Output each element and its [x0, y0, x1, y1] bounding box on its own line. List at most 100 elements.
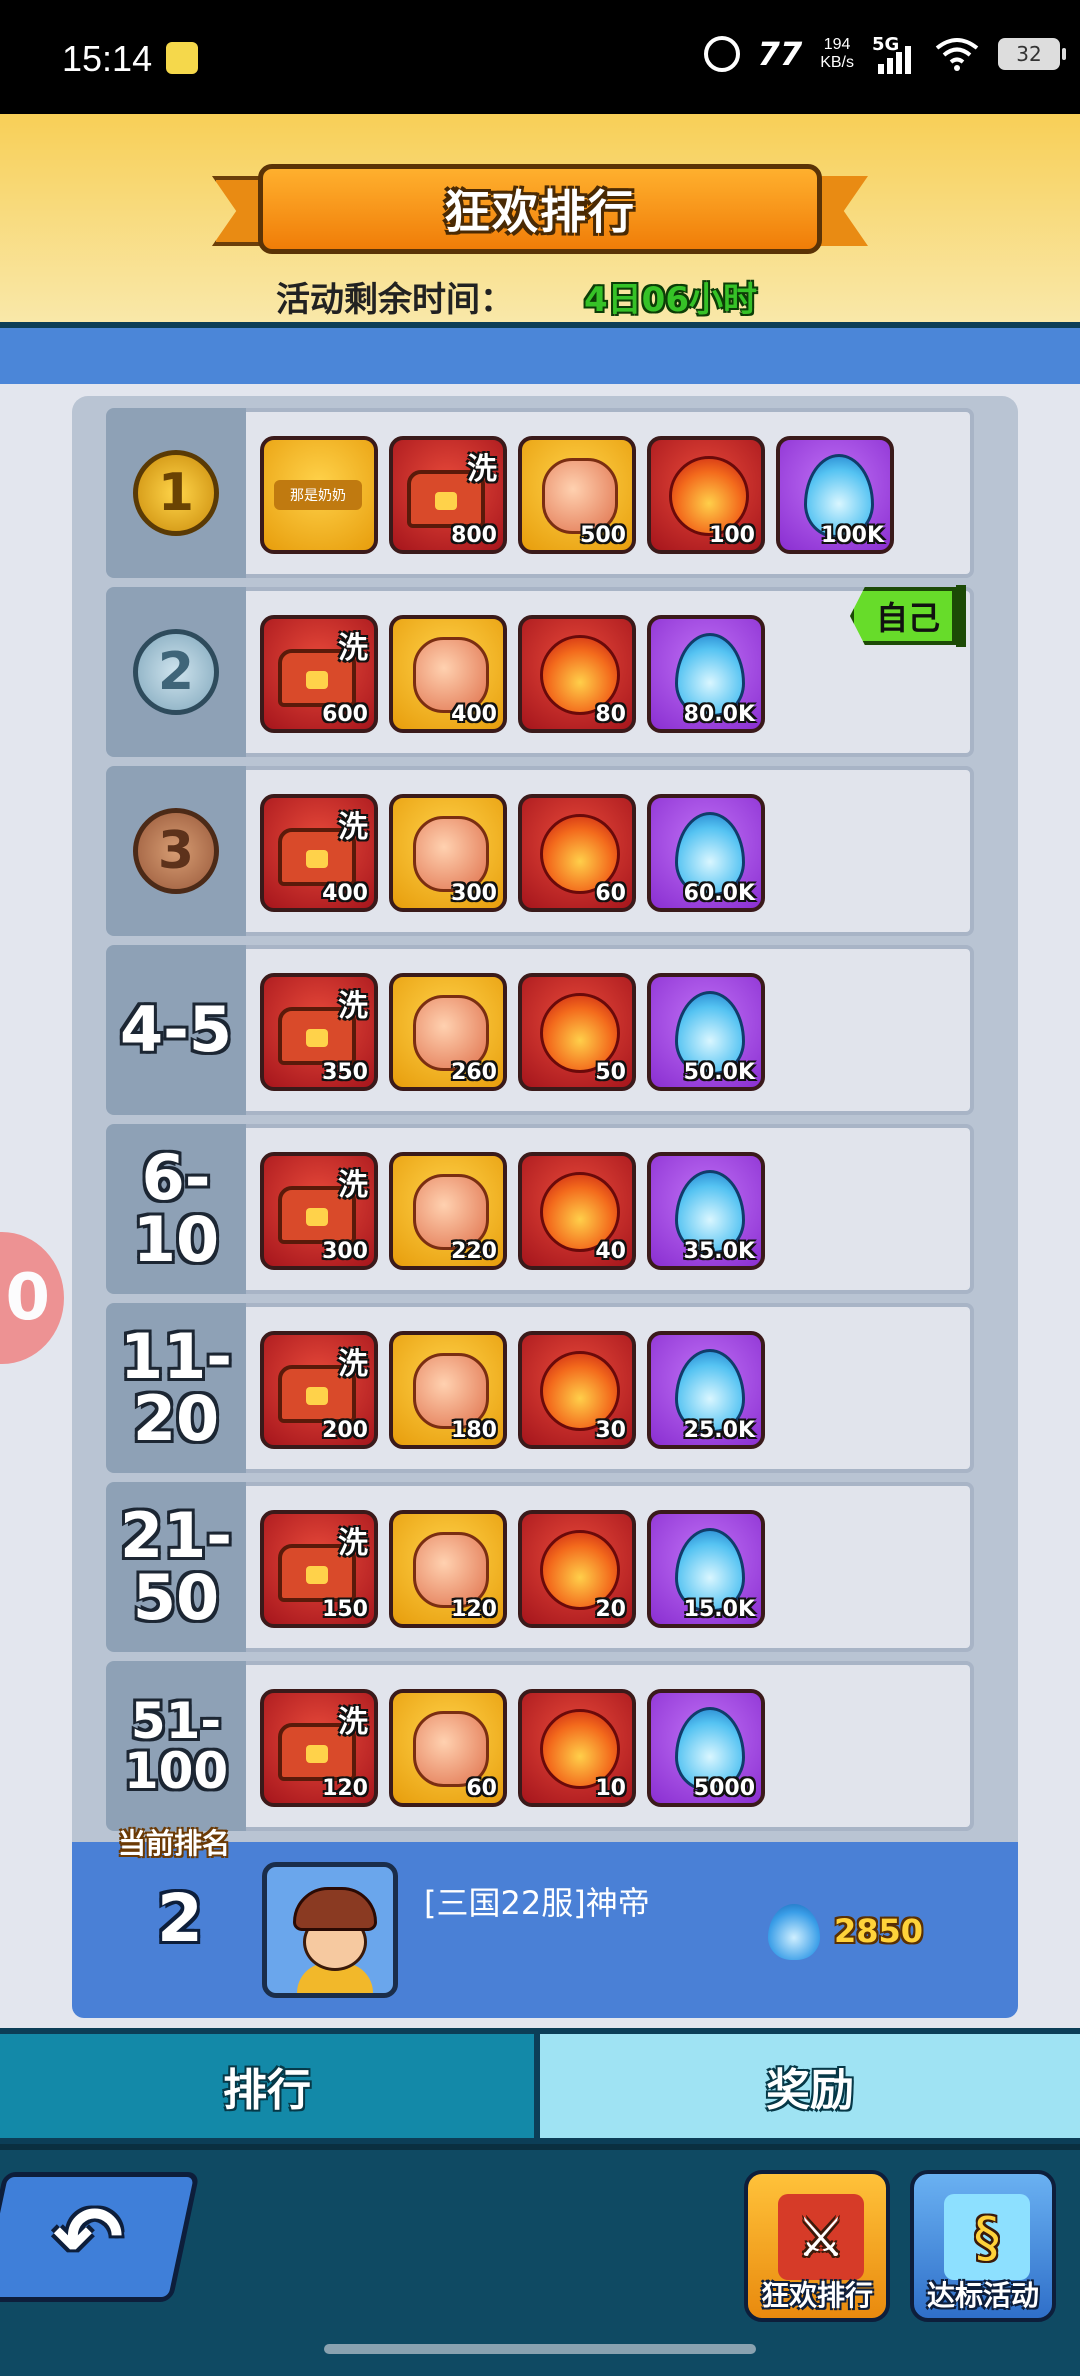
reward-item-fireball[interactable]: 100 [647, 436, 765, 554]
self-tag: 自己 [850, 587, 956, 645]
rank-cell: 3 [106, 766, 246, 936]
reward-item-frame[interactable]: 那是奶奶 [260, 436, 378, 554]
reward-items: 洗 150 120 20 15.0K [260, 1510, 765, 1628]
reward-item-bluefire[interactable]: 5000 [647, 1689, 765, 1807]
timer-value: 4日06小时 [584, 280, 757, 320]
reward-mark: 洗 [338, 1168, 368, 1203]
reward-item-fireball[interactable]: 40 [518, 1152, 636, 1270]
reward-item-bluefire[interactable]: 35.0K [647, 1152, 765, 1270]
reward-quantity: 260 [451, 1060, 497, 1085]
reward-quantity: 600 [322, 702, 368, 727]
rank-range: 11-20 [119, 1320, 232, 1455]
rank-cell: 51-100 [106, 1661, 246, 1831]
reward-mark: 洗 [338, 631, 368, 666]
scroll-icon: § [944, 2194, 1030, 2280]
player-name: [三国22服]神帝 [424, 1884, 650, 1922]
reward-item-stone[interactable]: 220 [389, 1152, 507, 1270]
home-indicator[interactable] [324, 2344, 756, 2354]
reward-items: 洗 300 220 40 35.0K [260, 1152, 765, 1270]
rank-cell: 4-5 [106, 945, 246, 1115]
reward-item-stone[interactable]: 180 [389, 1331, 507, 1449]
signal-icon: 5G [872, 34, 916, 74]
ranking-list[interactable]: 1 那是奶奶洗 800 500 100 100K 2 洗 600 400 80 80.0K 自己 3 洗 40… [106, 408, 974, 1842]
rank-row: 3 洗 400 300 60 60.0K [106, 766, 974, 936]
reward-item-stone[interactable]: 500 [518, 436, 636, 554]
target-event-button[interactable]: § 达标活动 [910, 2170, 1056, 2322]
current-rank-label: 当前排名 [118, 1827, 231, 1860]
reward-item-fireball[interactable]: 10 [518, 1689, 636, 1807]
reward-item-bluefire[interactable]: 50.0K [647, 973, 765, 1091]
reward-item-bluefire[interactable]: 80.0K [647, 615, 765, 733]
carnival-ranking-button[interactable]: ⚔ 狂欢排行 [744, 2170, 890, 2322]
rank-cell: 1 [106, 408, 246, 578]
reward-item-bluefire[interactable]: 60.0K [647, 794, 765, 912]
tab-bar: 排行 奖励 [0, 2028, 1080, 2144]
reward-quantity: 80.0K [683, 702, 755, 727]
current-rank-value: 2 [157, 1880, 203, 1957]
reward-cell: 洗 350 260 50 50.0K [246, 945, 974, 1115]
reward-item-fireball[interactable]: 50 [518, 973, 636, 1091]
reward-item-bluefire[interactable]: 100K [776, 436, 894, 554]
reward-item-chest[interactable]: 洗 150 [260, 1510, 378, 1628]
reward-quantity: 300 [322, 1239, 368, 1264]
reward-item-stone[interactable]: 300 [389, 794, 507, 912]
reward-item-chest[interactable]: 洗 300 [260, 1152, 378, 1270]
reward-item-fireball[interactable]: 80 [518, 615, 636, 733]
network-speed-unit: KB/s [820, 54, 854, 71]
rank-row: 6-10 洗 300 220 40 35.0K [106, 1124, 974, 1294]
reward-quantity: 300 [451, 881, 497, 906]
reward-item-stone[interactable]: 400 [389, 615, 507, 733]
status-icons: 77 194 KB/s 5G 32 [703, 34, 1066, 74]
reward-mark: 洗 [338, 1526, 368, 1561]
event-header: 狂欢排行 活动剩余时间： 4日06小时 [0, 114, 1080, 322]
rank-cell: 21-50 [106, 1482, 246, 1652]
reward-quantity: 60 [595, 881, 626, 906]
reward-item-chest[interactable]: 洗 120 [260, 1689, 378, 1807]
timer-label: 活动剩余时间： [276, 280, 514, 320]
reward-item-fireball[interactable]: 20 [518, 1510, 636, 1628]
reward-item-stone[interactable]: 120 [389, 1510, 507, 1628]
reward-quantity: 200 [322, 1418, 368, 1443]
silver-medal-icon: 2 [133, 629, 219, 715]
reward-item-bluefire[interactable]: 25.0K [647, 1331, 765, 1449]
reward-mark: 洗 [338, 1347, 368, 1382]
reward-quantity: 100K [821, 523, 884, 548]
rank-cell: 6-10 [106, 1124, 246, 1294]
reward-mark: 洗 [467, 452, 497, 487]
reward-cell: 那是奶奶 洗 800 500 100 100K [246, 408, 974, 578]
reward-cell: 洗 300 220 40 35.0K [246, 1124, 974, 1294]
tab-rewards[interactable]: 奖励 [540, 2034, 1080, 2138]
reward-item-chest[interactable]: 洗 350 [260, 973, 378, 1091]
reward-quantity: 500 [580, 523, 626, 548]
reward-cell: 洗 120 60 10 5000 [246, 1661, 974, 1831]
reward-item-stone[interactable]: 60 [389, 1689, 507, 1807]
wifi-icon [935, 38, 979, 71]
battery-icon: 32 [998, 38, 1066, 70]
reward-quantity: 350 [322, 1060, 368, 1085]
reward-quantity: 50.0K [683, 1060, 755, 1085]
network-speed-value: 194 [823, 36, 851, 53]
player-avatar[interactable] [262, 1862, 398, 1998]
reward-item-chest[interactable]: 洗 600 [260, 615, 378, 733]
tab-ranking[interactable]: 排行 [0, 2034, 534, 2138]
rank-row: 1 那是奶奶 洗 800 500 100 100K [106, 408, 974, 578]
back-arrow-icon: ↶ [52, 2188, 124, 2286]
reward-item-chest[interactable]: 洗 800 [389, 436, 507, 554]
reward-item-chest[interactable]: 洗 400 [260, 794, 378, 912]
back-button[interactable]: ↶ [0, 2172, 200, 2302]
reward-quantity: 60 [466, 1776, 497, 1801]
gold-medal-icon: 1 [133, 450, 219, 536]
reward-item-chest[interactable]: 洗 200 [260, 1331, 378, 1449]
reward-item-bluefire[interactable]: 15.0K [647, 1510, 765, 1628]
carnival-ranking-label: 狂欢排行 [760, 2279, 873, 2312]
header-divider [0, 322, 1080, 384]
reward-quantity: 25.0K [683, 1418, 755, 1443]
reward-item-stone[interactable]: 260 [389, 973, 507, 1091]
reward-items: 洗 600 400 80 80.0K [260, 615, 765, 733]
reward-item-fireball[interactable]: 30 [518, 1331, 636, 1449]
reward-quantity: 30 [595, 1418, 626, 1443]
rank-range: 6-10 [132, 1141, 220, 1276]
rank-row: 51-100 洗 120 60 10 5000 [106, 1661, 974, 1831]
rank-cell: 11-20 [106, 1303, 246, 1473]
reward-item-fireball[interactable]: 60 [518, 794, 636, 912]
